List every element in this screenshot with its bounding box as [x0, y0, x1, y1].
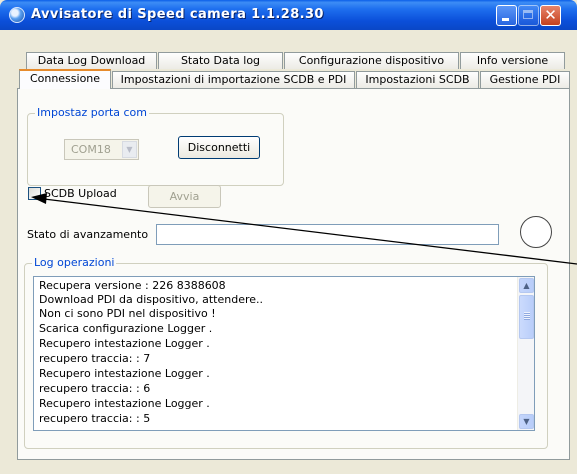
- tab-data-log-download[interactable]: Data Log Download: [26, 52, 157, 69]
- tab-stato-data-log[interactable]: Stato Data log: [158, 52, 283, 69]
- start-button[interactable]: Avvia: [148, 185, 221, 208]
- scroll-thumb[interactable]: [519, 295, 534, 339]
- tab-impostazioni-scdb[interactable]: Impostazioni SCDB: [356, 71, 479, 88]
- tab-info-versione[interactable]: Info versione: [460, 52, 565, 69]
- log-line: Scarica configurazione Logger .: [39, 322, 213, 335]
- log-line: Download PDI da dispositivo, attendere..: [39, 293, 264, 306]
- minimize-button[interactable]: [496, 5, 517, 26]
- com-port-group-title: Impostaz porta com: [35, 106, 150, 119]
- maximize-button[interactable]: [518, 5, 539, 26]
- title-bar[interactable]: Avvisatore di Speed camera 1.1.28.30 ✕: [0, 0, 577, 30]
- close-button[interactable]: ✕: [540, 5, 561, 26]
- disconnect-button[interactable]: Disconnetti: [178, 136, 260, 159]
- scdb-upload-checkbox[interactable]: [28, 187, 41, 200]
- progress-label: Stato di avanzamento: [27, 228, 149, 241]
- tab-connessione[interactable]: Connessione: [19, 69, 111, 89]
- log-line: Recupero intestazione Logger .: [39, 337, 210, 350]
- log-line: Non ci sono PDI nel dispositivo !: [39, 307, 216, 320]
- log-line: Recupero intestazione Logger .: [39, 367, 210, 380]
- tab-impostazioni-importazione[interactable]: Impostazioni di importazione SCDB e PDI: [112, 71, 355, 88]
- window-title: Avvisatore di Speed camera 1.1.28.30: [31, 7, 324, 22]
- log-list[interactable]: Recupera versione : 226 8388608 Download…: [33, 276, 535, 431]
- log-line: recupero traccia: : 7: [39, 352, 151, 365]
- log-line: recupero traccia: : 5: [39, 412, 151, 425]
- progress-field: [156, 224, 499, 245]
- log-group: Log operazioni Recupera versione : 226 8…: [24, 256, 548, 449]
- log-line: Recupera versione : 226 8388608: [39, 279, 226, 292]
- connessione-panel: Impostaz porta com COM18 ▼ Disconnetti S…: [17, 88, 570, 460]
- com-port-select[interactable]: COM18 ▼: [64, 139, 139, 160]
- log-group-title: Log operazioni: [32, 256, 117, 269]
- scroll-up-arrow-icon[interactable]: ▲: [519, 278, 534, 293]
- app-globe-icon: [9, 7, 25, 23]
- close-icon: ✕: [544, 6, 557, 24]
- tab-configurazione-dispositivo[interactable]: Configurazione dispositivo: [284, 52, 459, 69]
- status-indicator-circle: [520, 216, 552, 248]
- com-port-group: Impostaz porta com COM18 ▼ Disconnetti: [27, 106, 284, 186]
- scdb-upload-label: SCDB Upload: [44, 187, 117, 200]
- com-port-value: COM18: [71, 143, 111, 156]
- log-scrollbar[interactable]: ▲ ▼: [517, 277, 534, 430]
- app-window: Avvisatore di Speed camera 1.1.28.30 ✕ D…: [0, 0, 577, 474]
- chevron-down-icon: ▼: [122, 141, 137, 158]
- log-line: Recupero intestazione Logger .: [39, 397, 210, 410]
- tab-gestione-pdi[interactable]: Gestione PDI: [480, 71, 570, 88]
- scroll-down-arrow-icon[interactable]: ▼: [519, 414, 534, 429]
- log-line: recupero traccia: : 6: [39, 382, 151, 395]
